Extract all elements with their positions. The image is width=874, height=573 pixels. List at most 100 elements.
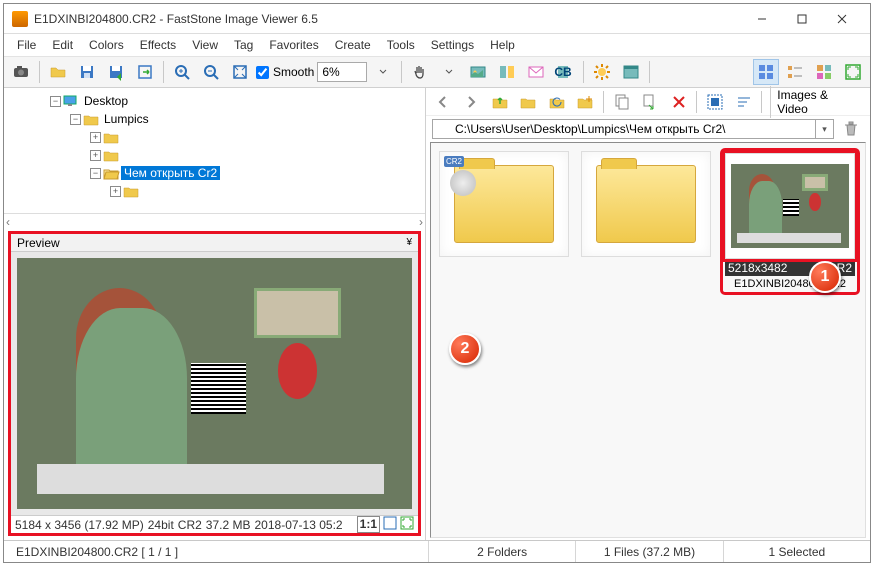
thumb-folder[interactable] bbox=[581, 151, 711, 257]
preview-date: 2018-07-13 05:2 bbox=[255, 518, 343, 532]
left-panel: − Desktop − Lumpics + + bbox=[4, 88, 426, 540]
collapse-icon[interactable]: − bbox=[90, 168, 101, 179]
trash-icon[interactable] bbox=[838, 116, 864, 142]
menu-colors[interactable]: Colors bbox=[82, 36, 131, 54]
preview-size: 37.2 MB bbox=[206, 518, 251, 532]
copy-icon[interactable] bbox=[609, 89, 634, 115]
address-input[interactable] bbox=[432, 119, 816, 139]
expand-icon[interactable]: + bbox=[90, 150, 101, 161]
preview-collapse-icon[interactable]: ¥ bbox=[406, 237, 412, 248]
skin-icon[interactable] bbox=[618, 59, 644, 85]
status-selected: 1 Selected bbox=[724, 541, 870, 562]
preview-fullscreen-icon[interactable] bbox=[400, 516, 414, 533]
menu-effects[interactable]: Effects bbox=[133, 36, 183, 54]
folder-open-icon bbox=[103, 166, 119, 180]
thumbnail-area[interactable]: CR2 bbox=[430, 142, 866, 538]
settings-icon[interactable] bbox=[589, 59, 615, 85]
collapse-icon[interactable]: − bbox=[70, 114, 81, 125]
menubar: File Edit Colors Effects View Tag Favori… bbox=[4, 34, 870, 56]
expand-icon[interactable]: + bbox=[110, 186, 121, 197]
preview-statusbar: 5184 x 3456 (17.92 MP) 24bit CR2 37.2 MB… bbox=[11, 515, 418, 533]
thumb-folder[interactable]: CR2 bbox=[439, 151, 569, 257]
select-all-icon[interactable] bbox=[702, 89, 727, 115]
delete-icon[interactable] bbox=[666, 89, 691, 115]
email-icon[interactable] bbox=[523, 59, 549, 85]
menu-create[interactable]: Create bbox=[328, 36, 378, 54]
slideshow-icon[interactable] bbox=[465, 59, 491, 85]
tree-row[interactable]: + bbox=[8, 146, 417, 164]
minimize-button[interactable] bbox=[742, 5, 782, 33]
menu-view[interactable]: View bbox=[185, 36, 225, 54]
nav-refresh-icon[interactable] bbox=[544, 89, 569, 115]
status-folders: 2 Folders bbox=[429, 541, 576, 562]
filter-label[interactable]: Images & Video bbox=[770, 86, 866, 118]
address-dropdown-icon[interactable]: ▾ bbox=[816, 119, 834, 139]
menu-tools[interactable]: Tools bbox=[380, 36, 422, 54]
tree-label: Desktop bbox=[81, 94, 131, 108]
nav-toolbar: Images & Video bbox=[426, 88, 870, 116]
menu-file[interactable]: File bbox=[10, 36, 43, 54]
nav-back-icon[interactable] bbox=[430, 89, 455, 115]
menu-tag[interactable]: Tag bbox=[227, 36, 260, 54]
nav-newfolder-icon[interactable] bbox=[572, 89, 597, 115]
status-files: 1 Files (37.2 MB) bbox=[576, 541, 723, 562]
nav-forward-icon[interactable] bbox=[458, 89, 483, 115]
nav-up-icon[interactable] bbox=[487, 89, 512, 115]
cr2-badge-icon: CR2 bbox=[444, 156, 464, 167]
menu-help[interactable]: Help bbox=[483, 36, 522, 54]
hand-dropdown-icon[interactable] bbox=[436, 59, 462, 85]
smooth-checkbox-wrap: Smooth bbox=[256, 65, 314, 79]
open-icon[interactable] bbox=[45, 59, 71, 85]
nav-home-icon[interactable] bbox=[515, 89, 540, 115]
expand-icon[interactable]: + bbox=[90, 132, 101, 143]
tree-scrollbar[interactable]: ‹› bbox=[4, 213, 425, 229]
zoom-fit-icon[interactable] bbox=[227, 59, 253, 85]
close-button[interactable] bbox=[822, 5, 862, 33]
menu-favorites[interactable]: Favorites bbox=[262, 36, 325, 54]
batch-convert-icon[interactable]: CB bbox=[552, 59, 578, 85]
tree-label: Lumpics bbox=[101, 112, 152, 126]
view-fullscreen-icon[interactable] bbox=[840, 59, 866, 85]
compare-icon[interactable] bbox=[494, 59, 520, 85]
preview-panel: Preview ¥ 5184 x 3456 (17.92 MP) 2 bbox=[8, 231, 421, 536]
preview-ratio-button[interactable]: 1:1 bbox=[357, 516, 380, 533]
collapse-icon[interactable]: − bbox=[50, 96, 61, 107]
preview-fit-icon[interactable] bbox=[383, 516, 397, 533]
view-details-icon[interactable] bbox=[811, 59, 837, 85]
zoom-out-icon[interactable] bbox=[198, 59, 224, 85]
preview-image[interactable] bbox=[11, 252, 418, 515]
desktop-icon bbox=[63, 94, 79, 108]
zoom-in-icon[interactable] bbox=[169, 59, 195, 85]
titlebar: E1DXINBI204800.CR2 - FastStone Image Vie… bbox=[4, 4, 870, 34]
tree-label-selected: Чем открыть Cr2 bbox=[121, 166, 220, 180]
save-icon[interactable] bbox=[74, 59, 100, 85]
folder-icon bbox=[103, 130, 119, 144]
saveas-icon[interactable] bbox=[103, 59, 129, 85]
tree-row-selected[interactable]: − Чем открыть Cr2 bbox=[8, 164, 417, 182]
maximize-button[interactable] bbox=[782, 5, 822, 33]
move-icon[interactable] bbox=[637, 89, 662, 115]
tree-row-desktop[interactable]: − Desktop bbox=[8, 92, 417, 110]
zoom-input[interactable] bbox=[317, 62, 367, 82]
folder-tree[interactable]: − Desktop − Lumpics + + bbox=[4, 88, 425, 213]
svg-text:CB: CB bbox=[555, 65, 573, 79]
tree-row[interactable]: + bbox=[8, 128, 417, 146]
address-bar: ▾ bbox=[426, 116, 870, 142]
menu-settings[interactable]: Settings bbox=[424, 36, 481, 54]
acquire-icon[interactable] bbox=[8, 59, 34, 85]
annotation-2: 2 bbox=[449, 333, 481, 365]
export-icon[interactable] bbox=[132, 59, 158, 85]
hand-tool-icon[interactable] bbox=[407, 59, 433, 85]
sort-icon[interactable] bbox=[731, 89, 756, 115]
thumb-dims: 5218x3482 bbox=[728, 261, 787, 275]
preview-dims: 5184 x 3456 (17.92 MP) bbox=[15, 518, 144, 532]
smooth-checkbox[interactable] bbox=[256, 66, 269, 79]
view-list-icon[interactable] bbox=[782, 59, 808, 85]
tree-row[interactable]: + bbox=[8, 182, 417, 200]
view-thumbnails-icon[interactable] bbox=[753, 59, 779, 85]
window-title: E1DXINBI204800.CR2 - FastStone Image Vie… bbox=[34, 12, 742, 26]
tree-row-lumpics[interactable]: − Lumpics bbox=[8, 110, 417, 128]
menu-edit[interactable]: Edit bbox=[45, 36, 80, 54]
disc-icon bbox=[450, 170, 476, 196]
zoom-dropdown-icon[interactable] bbox=[370, 59, 396, 85]
